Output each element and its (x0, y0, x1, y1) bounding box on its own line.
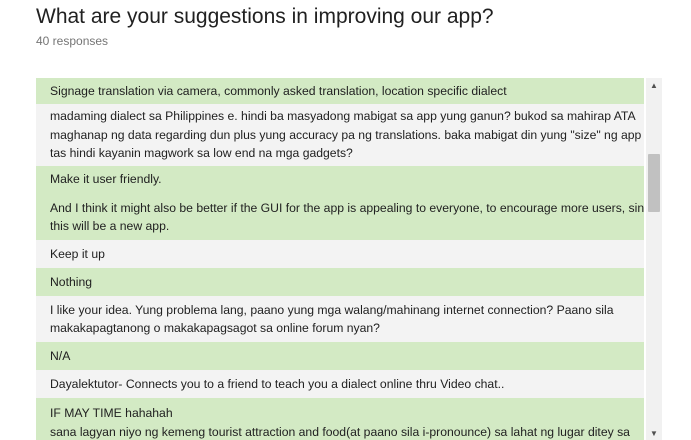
response-item: Signage translation via camera, commonly… (36, 78, 644, 104)
responses-count: 40 responses (36, 34, 109, 48)
response-item: Make it user friendly. And I think it mi… (36, 166, 644, 240)
response-item: Nothing (36, 268, 644, 296)
response-item: N/A (36, 342, 644, 370)
response-item: Keep it up (36, 240, 644, 268)
responses-panel: Signage translation via camera, commonly… (36, 78, 662, 440)
scroll-down-arrow-icon[interactable]: ▼ (646, 426, 662, 440)
scrollbar-thumb[interactable] (648, 154, 660, 212)
response-item: madaming dialect sa Philippines e. hindi… (36, 104, 644, 166)
vertical-scrollbar[interactable]: ▲ ▼ (646, 78, 662, 440)
responses-list: Signage translation via camera, commonly… (36, 78, 644, 440)
scroll-up-arrow-icon[interactable]: ▲ (646, 78, 662, 92)
response-item: IF MAY TIME hahahah sana lagyan niyo ng … (36, 398, 644, 440)
response-item: I like your idea. Yung problema lang, pa… (36, 296, 644, 342)
question-title: What are your suggestions in improving o… (36, 5, 494, 28)
response-item: Dayalektutor- Connects you to a friend t… (36, 370, 644, 398)
